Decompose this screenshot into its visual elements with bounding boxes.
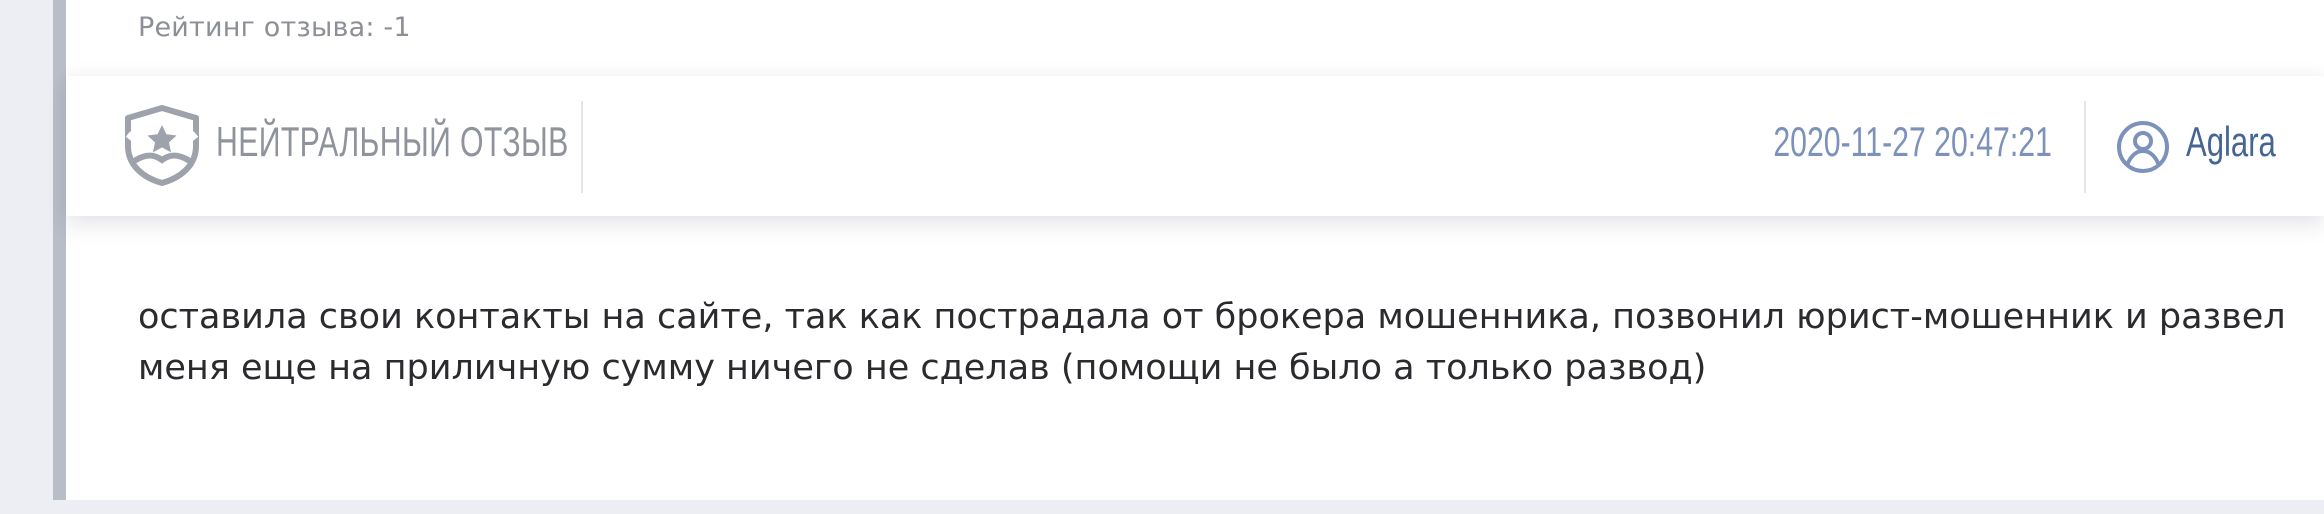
review-rating: Рейтинг отзыва: -1 bbox=[138, 12, 411, 43]
header-divider bbox=[581, 101, 583, 193]
review-author[interactable]: Aglara bbox=[2186, 118, 2276, 166]
shield-star-icon bbox=[125, 105, 199, 186]
review-date: 2020-11-27 20:47:21 bbox=[1773, 118, 2052, 165]
review-header: НЕЙТРАЛЬНЫЙ ОТЗЫВ 2020-11-27 20:47:21 Ag… bbox=[66, 76, 2324, 216]
review-type-label: НЕЙТРАЛЬНЫЙ ОТЗЫВ bbox=[216, 118, 569, 165]
header-divider bbox=[2084, 101, 2086, 193]
user-circle-icon[interactable] bbox=[2116, 120, 2170, 174]
review-card: Рейтинг отзыва: -1 НЕЙТРАЛЬНЫЙ ОТЗЫВ 202… bbox=[53, 0, 2324, 500]
review-text: оставила свои контакты на сайте, так как… bbox=[138, 297, 2286, 388]
